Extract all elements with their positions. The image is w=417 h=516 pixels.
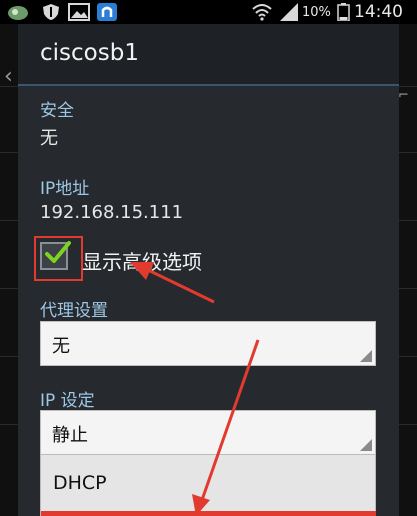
wifi-icon [252,4,272,21]
security-value: 无 [40,128,58,149]
security-label: 安全 [40,101,74,121]
background-item-fragment: ⌐ [398,88,409,103]
ip-address-label: IP地址 [40,179,90,199]
dropdown-option-highlighted[interactable] [40,511,376,516]
ip-settings-value: 静止 [52,425,88,446]
dropdown-arrow-icon [360,350,372,362]
ip-settings-label: IP 设定 [40,391,95,411]
show-advanced-checkbox[interactable] [40,241,71,270]
dropdown-option-label: DHCP [53,472,107,494]
shield-icon [43,4,59,20]
proxy-settings-value: 无 [52,336,70,357]
ip-address-value: 192.168.15.111 [40,202,184,223]
image-icon [68,3,90,21]
wifi-network-dialog: ciscosb1 安全 无 IP地址 192.168.15.111 显示高级选项… [18,24,399,516]
dialog-title: ciscosb1 [40,40,139,66]
notification-app-icon [8,6,28,20]
app-icon [97,3,117,21]
battery-icon [337,3,350,21]
dialog-header: ciscosb1 [18,24,399,86]
show-advanced-label[interactable]: 显示高级选项 [82,246,202,275]
proxy-settings-label: 代理设置 [40,301,108,321]
status-bar: 10% 14:40 [0,0,417,24]
dropdown-arrow-icon [360,439,372,451]
ip-settings-select[interactable]: 静止 [40,410,376,455]
battery-percent: 10% [302,5,331,20]
check-mark-icon [45,241,71,263]
signal-icon [280,3,298,21]
proxy-settings-select[interactable]: 无 [40,321,376,366]
status-time: 14:40 [354,2,403,22]
dropdown-option-dhcp[interactable]: DHCP [40,454,376,512]
